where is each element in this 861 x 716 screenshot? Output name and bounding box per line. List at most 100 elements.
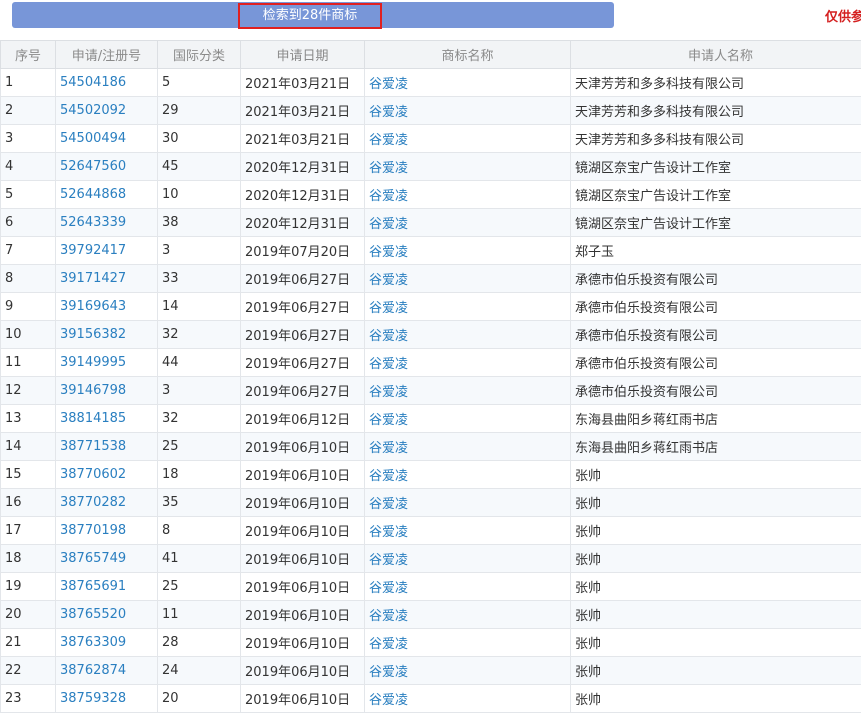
reg-no-link[interactable]: 39792417 <box>55 236 158 265</box>
date-cell: 2019年06月10日 <box>240 684 365 713</box>
reg-no-link[interactable]: 38765749 <box>55 544 158 573</box>
trademark-name-link[interactable]: 谷爱凌 <box>364 124 571 153</box>
date-cell: 2019年06月12日 <box>240 404 365 433</box>
trademark-name-link[interactable]: 谷爱凌 <box>364 236 571 265</box>
trademark-name-link[interactable]: 谷爱凌 <box>364 348 571 377</box>
trademark-name-link[interactable]: 谷爱凌 <box>364 320 571 349</box>
applicant-cell: 天津芳芳和多多科技有限公司 <box>570 68 861 97</box>
trademark-name-link[interactable]: 谷爱凌 <box>364 488 571 517</box>
table-row: 18 38765749 41 2019年06月10日 谷爱凌 张帅 <box>0 544 861 573</box>
trademark-name-link[interactable]: 谷爱凌 <box>364 264 571 293</box>
reg-no-link[interactable]: 39171427 <box>55 264 158 293</box>
applicant-cell: 张帅 <box>570 628 861 657</box>
reg-no-link[interactable]: 38770198 <box>55 516 158 545</box>
row-seq-cell: 14 <box>0 432 56 461</box>
trademark-name-link[interactable]: 谷爱凌 <box>364 404 571 433</box>
row-seq-cell: 7 <box>0 236 56 265</box>
reg-no-link[interactable]: 39156382 <box>55 320 158 349</box>
reg-no-link[interactable]: 38765520 <box>55 600 158 629</box>
trademark-name-link[interactable]: 谷爱凌 <box>364 572 571 601</box>
table-row: 11 39149995 44 2019年06月27日 谷爱凌 承德市伯乐投资有限公司 <box>0 348 861 377</box>
applicant-cell: 镜湖区奈宝广告设计工作室 <box>570 152 861 181</box>
table-row: 21 38763309 28 2019年06月10日 谷爱凌 张帅 <box>0 628 861 657</box>
class-cell: 25 <box>157 432 241 461</box>
table-row: 19 38765691 25 2019年06月10日 谷爱凌 张帅 <box>0 572 861 601</box>
trademark-name-link[interactable]: 谷爱凌 <box>364 460 571 489</box>
trademark-name-link[interactable]: 谷爱凌 <box>364 544 571 573</box>
trademark-name-link[interactable]: 谷爱凌 <box>364 684 571 713</box>
applicant-cell: 镜湖区奈宝广告设计工作室 <box>570 208 861 237</box>
applicant-cell: 张帅 <box>570 516 861 545</box>
class-cell: 18 <box>157 460 241 489</box>
row-seq-cell: 11 <box>0 348 56 377</box>
reg-no-link[interactable]: 54504186 <box>55 68 158 97</box>
row-seq-cell: 2 <box>0 96 56 125</box>
reg-no-link[interactable]: 52643339 <box>55 208 158 237</box>
trademark-name-link[interactable]: 谷爱凌 <box>364 656 571 685</box>
trademark-name-link[interactable]: 谷爱凌 <box>364 376 571 405</box>
date-cell: 2019年06月10日 <box>240 628 365 657</box>
row-seq-cell: 5 <box>0 180 56 209</box>
class-cell: 24 <box>157 656 241 685</box>
row-seq-cell: 1 <box>0 68 56 97</box>
class-cell: 5 <box>157 68 241 97</box>
reg-no-link[interactable]: 38770282 <box>55 488 158 517</box>
reg-no-link[interactable]: 38762874 <box>55 656 158 685</box>
date-cell: 2021年03月21日 <box>240 124 365 153</box>
trademark-name-link[interactable]: 谷爱凌 <box>364 68 571 97</box>
reg-no-link[interactable]: 38765691 <box>55 572 158 601</box>
applicant-cell: 东海县曲阳乡蒋红雨书店 <box>570 404 861 433</box>
class-cell: 32 <box>157 404 241 433</box>
class-cell: 20 <box>157 684 241 713</box>
trademark-name-link[interactable]: 谷爱凌 <box>364 628 571 657</box>
reg-no-link[interactable]: 38763309 <box>55 628 158 657</box>
row-seq-cell: 16 <box>0 488 56 517</box>
reg-no-link[interactable]: 39146798 <box>55 376 158 405</box>
reg-no-link[interactable]: 52644868 <box>55 180 158 209</box>
row-seq-cell: 4 <box>0 152 56 181</box>
reg-no-link[interactable]: 38814185 <box>55 404 158 433</box>
column-header-class: 国际分类 <box>157 40 241 69</box>
trademark-name-link[interactable]: 谷爱凌 <box>364 96 571 125</box>
trademark-name-link[interactable]: 谷爱凌 <box>364 180 571 209</box>
reg-no-link[interactable]: 39169643 <box>55 292 158 321</box>
reg-no-link[interactable]: 39149995 <box>55 348 158 377</box>
table-row: 20 38765520 11 2019年06月10日 谷爱凌 张帅 <box>0 600 861 629</box>
row-seq-cell: 20 <box>0 600 56 629</box>
applicant-cell: 张帅 <box>570 460 861 489</box>
disclaimer-text: 仅供参 <box>825 10 861 25</box>
row-seq-cell: 15 <box>0 460 56 489</box>
date-cell: 2020年12月31日 <box>240 180 365 209</box>
date-cell: 2020年12月31日 <box>240 208 365 237</box>
date-cell: 2019年06月27日 <box>240 264 365 293</box>
class-cell: 41 <box>157 544 241 573</box>
applicant-cell: 承德市伯乐投资有限公司 <box>570 320 861 349</box>
table-row: 22 38762874 24 2019年06月10日 谷爱凌 张帅 <box>0 656 861 685</box>
trademark-name-link[interactable]: 谷爱凌 <box>364 432 571 461</box>
trademark-name-link[interactable]: 谷爱凌 <box>364 516 571 545</box>
reg-no-link[interactable]: 52647560 <box>55 152 158 181</box>
applicant-cell: 承德市伯乐投资有限公司 <box>570 376 861 405</box>
row-seq-cell: 12 <box>0 376 56 405</box>
trademark-name-link[interactable]: 谷爱凌 <box>364 600 571 629</box>
date-cell: 2020年12月31日 <box>240 152 365 181</box>
row-seq-cell: 21 <box>0 628 56 657</box>
applicant-cell: 张帅 <box>570 572 861 601</box>
trademark-name-link[interactable]: 谷爱凌 <box>364 292 571 321</box>
class-cell: 35 <box>157 488 241 517</box>
date-cell: 2019年06月10日 <box>240 544 365 573</box>
reg-no-link[interactable]: 54500494 <box>55 124 158 153</box>
table-row: 15 38770602 18 2019年06月10日 谷爱凌 张帅 <box>0 460 861 489</box>
row-seq-cell: 8 <box>0 264 56 293</box>
reg-no-link[interactable]: 38759328 <box>55 684 158 713</box>
trademark-search-results-page: 检索到28件商标 仅供参 序号 申请/注册号 国际分类 申请日期 商标名称 申请… <box>0 0 861 716</box>
date-cell: 2019年06月10日 <box>240 460 365 489</box>
reg-no-link[interactable]: 38770602 <box>55 460 158 489</box>
class-cell: 11 <box>157 600 241 629</box>
reg-no-link[interactable]: 38771538 <box>55 432 158 461</box>
reg-no-link[interactable]: 54502092 <box>55 96 158 125</box>
table-row: 7 39792417 3 2019年07月20日 谷爱凌 郑子玉 <box>0 236 861 265</box>
class-cell: 25 <box>157 572 241 601</box>
trademark-name-link[interactable]: 谷爱凌 <box>364 152 571 181</box>
trademark-name-link[interactable]: 谷爱凌 <box>364 208 571 237</box>
